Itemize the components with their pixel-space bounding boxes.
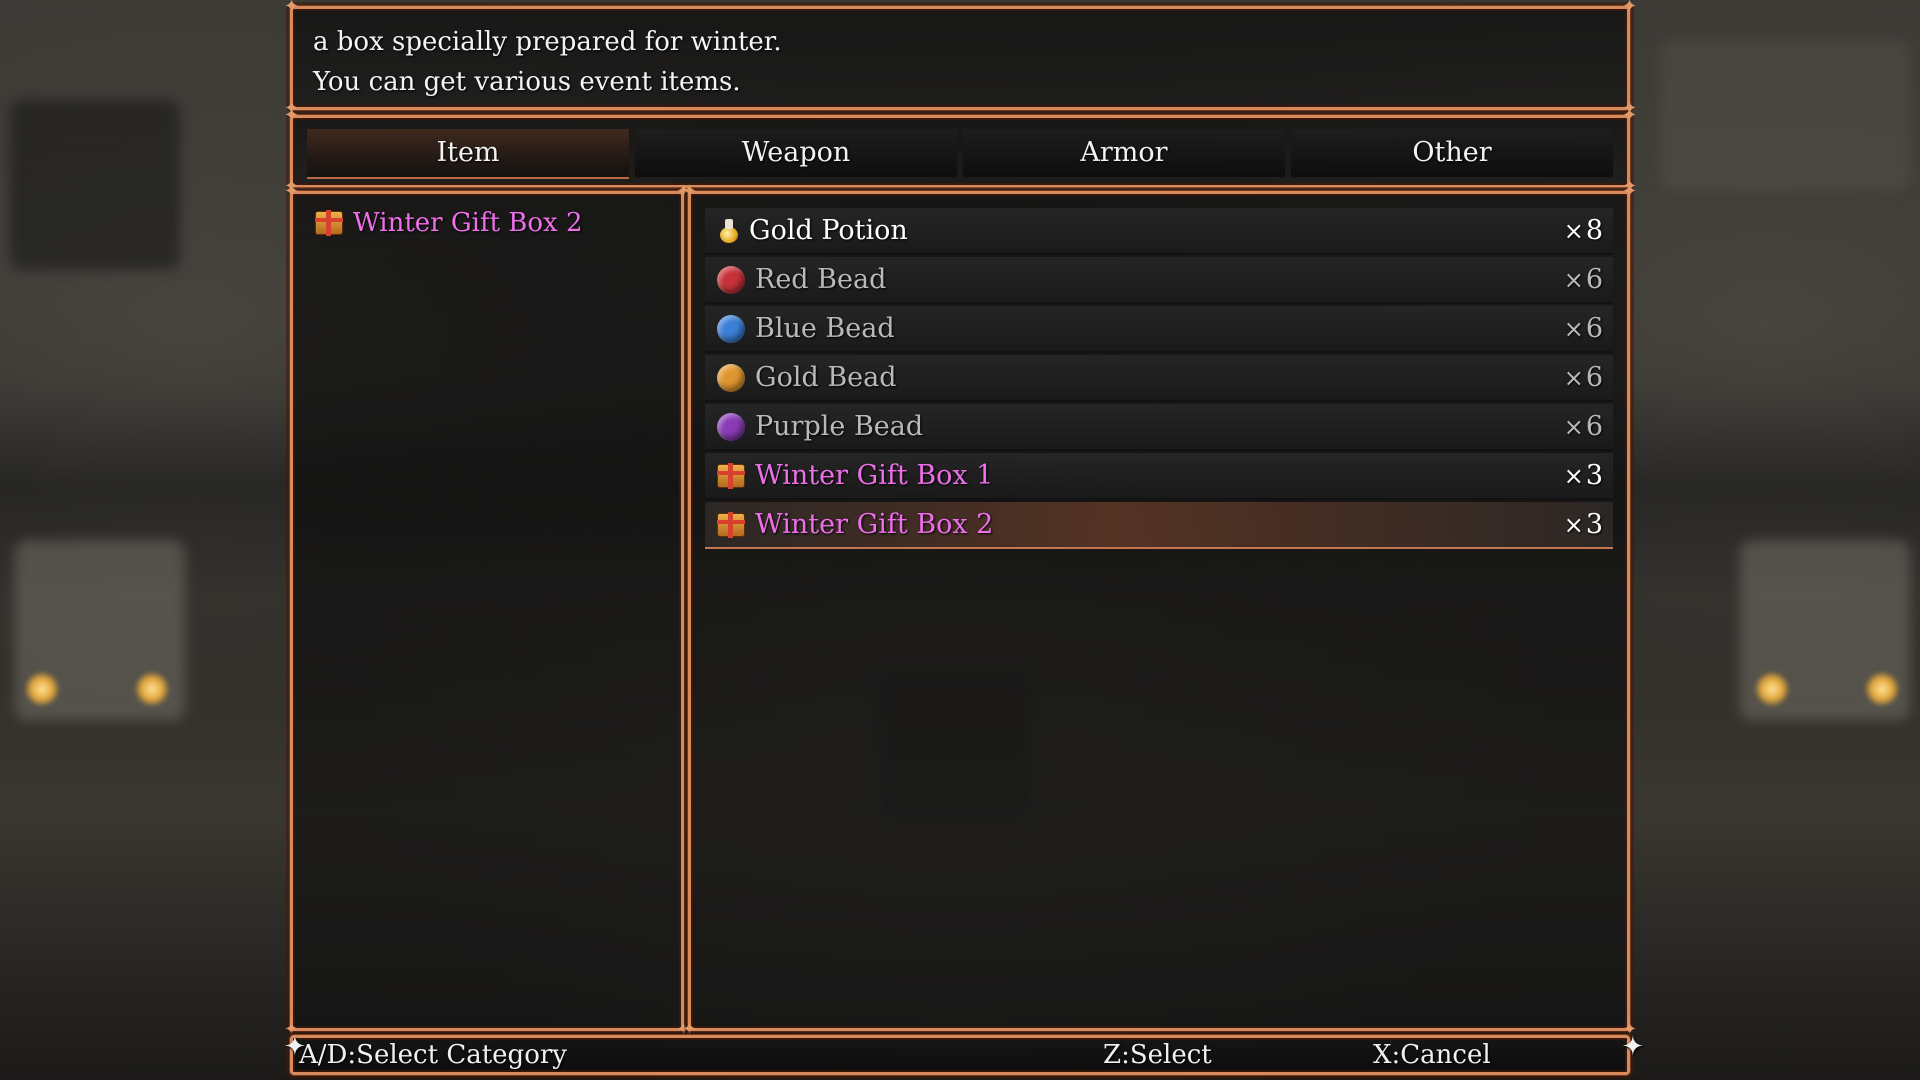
item-quantity: ×8	[1563, 215, 1603, 246]
gold-potion-icon	[717, 218, 739, 243]
item-row-purple-bead[interactable]: Purple Bead ×6	[705, 404, 1613, 451]
red-bead-icon	[717, 265, 745, 294]
control-hints-bar: ✦ ✦ ✦ ✦ A/D:Select Category Z:Select X:Canc…	[284, 1034, 1644, 1076]
item-quantity: ×6	[1563, 362, 1603, 393]
item-name: Gold Potion	[749, 215, 908, 246]
item-quantity: ×3	[1563, 460, 1603, 491]
item-name: Gold Bead	[755, 362, 897, 393]
selected-item-panel: ✦ ✦ ✦ ✦ Winter Gift Box 2	[284, 181, 692, 1040]
help-text-line-2: You can get various event items.	[313, 67, 741, 97]
tab-other[interactable]: Other	[1291, 129, 1613, 177]
item-row-red-bead[interactable]: Red Bead ×6	[705, 257, 1613, 304]
tab-item[interactable]: Item	[307, 129, 629, 179]
help-text-line-1: a box specially prepared for winter.	[313, 27, 782, 57]
item-row-gold-potion[interactable]: Gold Potion ×8	[705, 208, 1613, 255]
gold-bead-icon	[717, 363, 745, 392]
help-window: ✦ ✦ ✦ ✦ a box specially prepared for winter…	[284, 0, 1638, 119]
item-quantity: ×6	[1563, 264, 1603, 295]
item-list-panel: ✦ ✦ ✦ ✦ Gold Potion ×8 Red Bead ×6 Blue Bea…	[682, 181, 1638, 1040]
item-row-winter-gift-box-1[interactable]: Winter Gift Box 1 ×3	[705, 453, 1613, 500]
gift-box-icon	[315, 210, 343, 236]
item-name: Blue Bead	[755, 313, 895, 344]
item-name: Winter Gift Box 2	[755, 509, 994, 540]
item-row-blue-bead[interactable]: Blue Bead ×6	[705, 306, 1613, 353]
selected-item[interactable]: Winter Gift Box 2	[315, 208, 583, 238]
gift-box-icon	[717, 511, 745, 538]
tab-armor[interactable]: Armor	[963, 129, 1285, 177]
hint-select: Z:Select	[1103, 1040, 1212, 1070]
item-quantity: ×3	[1563, 509, 1603, 540]
item-name: Winter Gift Box 1	[755, 460, 994, 491]
item-name: Red Bead	[755, 264, 887, 295]
item-row-winter-gift-box-2[interactable]: Winter Gift Box 2 ×3	[705, 502, 1613, 549]
item-quantity: ×6	[1563, 411, 1603, 442]
category-tabs: ✦ ✦ ✦ ✦ Item Weapon Armor Other	[284, 105, 1638, 197]
gift-box-icon	[717, 462, 745, 489]
purple-bead-icon	[717, 412, 745, 441]
item-quantity: ×6	[1563, 313, 1603, 344]
item-name: Purple Bead	[755, 411, 924, 442]
tab-weapon[interactable]: Weapon	[635, 129, 957, 177]
selected-item-label: Winter Gift Box 2	[353, 208, 583, 238]
blue-bead-icon	[717, 314, 745, 343]
hint-cancel: X:Cancel	[1373, 1040, 1491, 1070]
item-row-gold-bead[interactable]: Gold Bead ×6	[705, 355, 1613, 402]
hint-select-category: A/D:Select Category	[299, 1040, 567, 1070]
